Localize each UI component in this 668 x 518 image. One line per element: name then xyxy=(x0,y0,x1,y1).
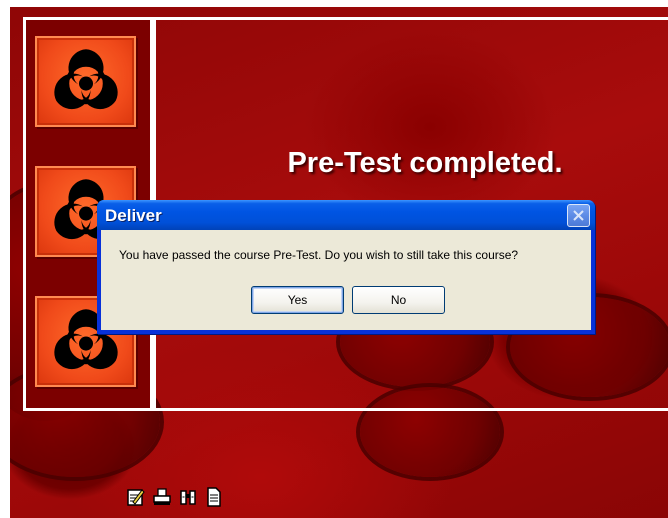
close-button[interactable] xyxy=(567,204,590,227)
close-icon xyxy=(573,210,584,221)
biohazard-icon xyxy=(53,48,118,109)
search-binoculars-icon[interactable] xyxy=(179,487,197,507)
course-toolbar xyxy=(127,487,223,509)
dialog-body: You have passed the course Pre-Test. Do … xyxy=(101,230,591,330)
yes-button[interactable]: Yes xyxy=(251,286,344,314)
print-icon[interactable] xyxy=(153,487,171,507)
notes-icon[interactable] xyxy=(127,487,145,507)
document-icon[interactable] xyxy=(205,487,223,507)
page-title: Pre-Test completed. xyxy=(287,147,563,179)
biohazard-tile xyxy=(35,36,136,127)
no-button[interactable]: No xyxy=(352,286,445,314)
deliver-dialog: Deliver You have passed the course Pre-T… xyxy=(97,200,595,334)
dialog-message: You have passed the course Pre-Test. Do … xyxy=(119,248,519,262)
dialog-titlebar[interactable]: Deliver xyxy=(97,200,595,230)
dialog-title: Deliver xyxy=(105,206,162,225)
